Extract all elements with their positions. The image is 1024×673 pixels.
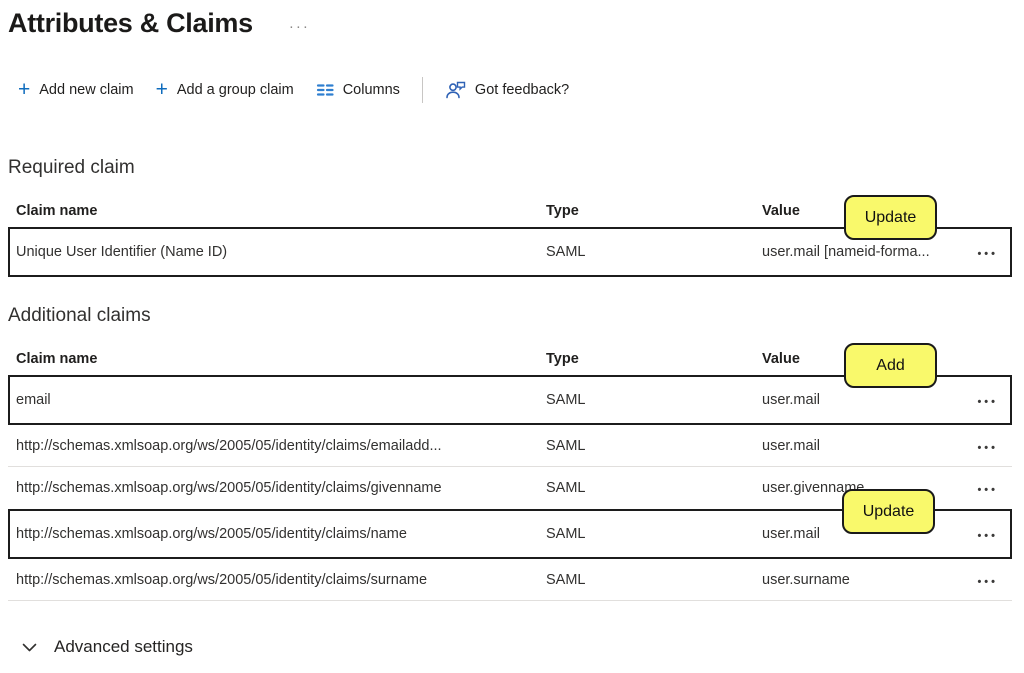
claim-row: emailSAMLuser.mail•••Add	[8, 375, 1012, 425]
row-context-menu-icon[interactable]: •••	[977, 392, 998, 408]
claim-name-cell[interactable]: http://schemas.xmlsoap.org/ws/2005/05/id…	[16, 572, 546, 588]
claim-type-cell: SAML	[546, 526, 762, 542]
claim-value-cell: user.mail	[762, 392, 962, 408]
column-header: Claim name	[16, 351, 546, 367]
claim-row: Unique User Identifier (Name ID)SAMLuser…	[8, 227, 1012, 277]
add-group-claim-button[interactable]: + Add a group claim	[156, 81, 294, 99]
claim-type-cell: SAML	[546, 244, 762, 260]
attributes-claims-page: Attributes & Claims ··· + Add new claim …	[0, 0, 1024, 673]
additional-claims-heading: Additional claims	[8, 305, 1024, 327]
columns-button[interactable]: Columns	[316, 82, 400, 98]
plus-icon: +	[156, 81, 168, 99]
required-claim-table: Claim nameTypeValueUnique User Identifie…	[8, 195, 1012, 277]
claim-type-cell: SAML	[546, 480, 762, 496]
additional-claims-table: Claim nameTypeValueemailSAMLuser.mail•••…	[8, 343, 1012, 601]
page-header: Attributes & Claims ···	[0, 0, 1024, 39]
claim-row: http://schemas.xmlsoap.org/ws/2005/05/id…	[8, 425, 1012, 467]
columns-icon	[316, 83, 334, 97]
toolbar-divider	[422, 77, 423, 103]
claim-name-cell[interactable]: http://schemas.xmlsoap.org/ws/2005/05/id…	[16, 438, 546, 454]
claim-name-cell[interactable]: http://schemas.xmlsoap.org/ws/2005/05/id…	[16, 480, 546, 496]
claim-name-cell[interactable]: Unique User Identifier (Name ID)	[16, 244, 546, 260]
columns-label: Columns	[343, 82, 400, 98]
claim-type-cell: SAML	[546, 572, 762, 588]
add-new-claim-button[interactable]: + Add new claim	[18, 81, 134, 99]
advanced-settings-label: Advanced settings	[54, 637, 193, 657]
required-claim-heading: Required claim	[8, 157, 1024, 179]
add-new-claim-label: Add new claim	[39, 82, 133, 98]
claim-value-cell: user.surname	[762, 572, 962, 588]
claim-type-cell: SAML	[546, 438, 762, 454]
claim-name-cell[interactable]: http://schemas.xmlsoap.org/ws/2005/05/id…	[16, 526, 546, 542]
plus-icon: +	[18, 81, 30, 99]
row-context-menu-icon[interactable]: •••	[977, 244, 998, 260]
claim-name-cell[interactable]: email	[16, 392, 546, 408]
claim-value-cell: user.mail [nameid-forma...	[762, 244, 962, 260]
add-group-claim-label: Add a group claim	[177, 82, 294, 98]
claim-type-cell: SAML	[546, 392, 762, 408]
claim-row: http://schemas.xmlsoap.org/ws/2005/05/id…	[8, 559, 1012, 601]
got-feedback-label: Got feedback?	[475, 82, 569, 98]
column-header: Type	[546, 203, 762, 219]
row-context-menu-icon[interactable]: •••	[977, 526, 998, 542]
got-feedback-button[interactable]: Got feedback?	[445, 81, 569, 99]
annotation-sticker: Update	[842, 489, 935, 534]
page-title: Attributes & Claims	[8, 8, 253, 39]
command-bar: + Add new claim + Add a group claim Colu…	[18, 75, 1024, 105]
annotation-sticker: Update	[844, 195, 937, 240]
more-options-icon[interactable]: ···	[289, 18, 310, 35]
annotation-sticker: Add	[844, 343, 937, 388]
claim-row: http://schemas.xmlsoap.org/ws/2005/05/id…	[8, 509, 1012, 559]
row-context-menu-icon[interactable]: •••	[977, 572, 998, 588]
claim-value-cell: user.mail	[762, 438, 962, 454]
advanced-settings-toggle[interactable]: Advanced settings	[22, 637, 1024, 657]
row-context-menu-icon[interactable]: •••	[977, 480, 998, 496]
feedback-icon	[445, 81, 466, 99]
column-header: Type	[546, 351, 762, 367]
chevron-down-icon	[22, 643, 37, 652]
row-context-menu-icon[interactable]: •••	[977, 438, 998, 454]
column-header: Claim name	[16, 203, 546, 219]
